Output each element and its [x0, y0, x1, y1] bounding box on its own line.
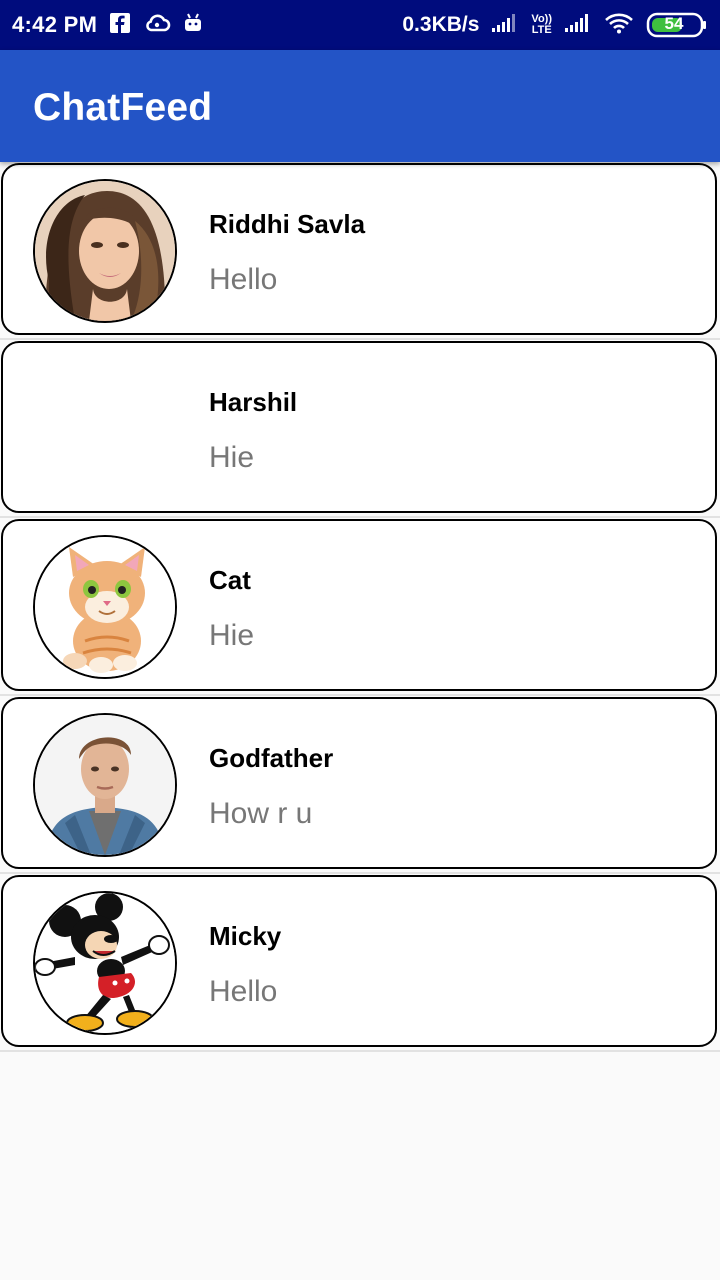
cloud-icon: [143, 12, 171, 39]
mickey-mouse-image: [35, 893, 175, 1033]
battery-level: 54: [664, 14, 684, 33]
chat-card[interactable]: Cat Hie: [1, 519, 717, 691]
android-icon: [183, 12, 203, 39]
last-message: How r u: [209, 797, 313, 830]
avatar: [33, 891, 177, 1035]
last-message: Hello: [209, 263, 278, 296]
status-time: 4:42 PM: [12, 12, 98, 37]
chat-row[interactable]: Riddhi Savla Hello: [0, 162, 720, 340]
volte-bottom-label: LTE: [531, 24, 552, 36]
network-speed: 0.3KB/s: [402, 13, 480, 36]
contact-name: Harshil: [209, 387, 298, 417]
app-bar: ChatFeed: [0, 50, 720, 162]
chat-card[interactable]: Harshil Hie: [1, 341, 717, 513]
contact-name: Micky: [209, 921, 282, 951]
signal-icon: [491, 12, 519, 39]
last-message: Hie: [209, 619, 255, 652]
app-title: ChatFeed: [33, 86, 213, 129]
cartoon-cat-image: [35, 537, 175, 677]
contact-name: Riddhi Savla: [209, 209, 366, 239]
wifi-icon: [604, 12, 634, 39]
last-message: Hie: [209, 441, 255, 474]
avatar: [33, 357, 177, 501]
contact-name: Cat: [209, 565, 251, 595]
chat-card[interactable]: Riddhi Savla Hello: [1, 163, 717, 335]
signal-icon: [564, 12, 592, 39]
battery-icon: 54: [646, 12, 708, 38]
last-message: Hello: [209, 975, 278, 1008]
chat-card[interactable]: Micky Hello: [1, 875, 717, 1047]
chat-row[interactable]: Godfather How r u: [0, 696, 720, 874]
volte-icon: Vo)) LTE: [531, 14, 552, 36]
chat-row[interactable]: Micky Hello: [0, 874, 720, 1052]
woman-portrait-image: [35, 181, 175, 321]
chat-card[interactable]: Godfather How r u: [1, 697, 717, 869]
avatar: [33, 713, 177, 857]
status-bar: 4:42 PM 0.3KB/s Vo)) LTE 54: [0, 0, 720, 50]
chat-row[interactable]: Harshil Hie: [0, 340, 720, 518]
facebook-icon: [109, 12, 131, 39]
avatar: [33, 179, 177, 323]
chat-row[interactable]: Cat Hie: [0, 518, 720, 696]
man-portrait-image: [35, 715, 175, 855]
contact-name: Godfather: [209, 743, 334, 773]
avatar: [33, 535, 177, 679]
